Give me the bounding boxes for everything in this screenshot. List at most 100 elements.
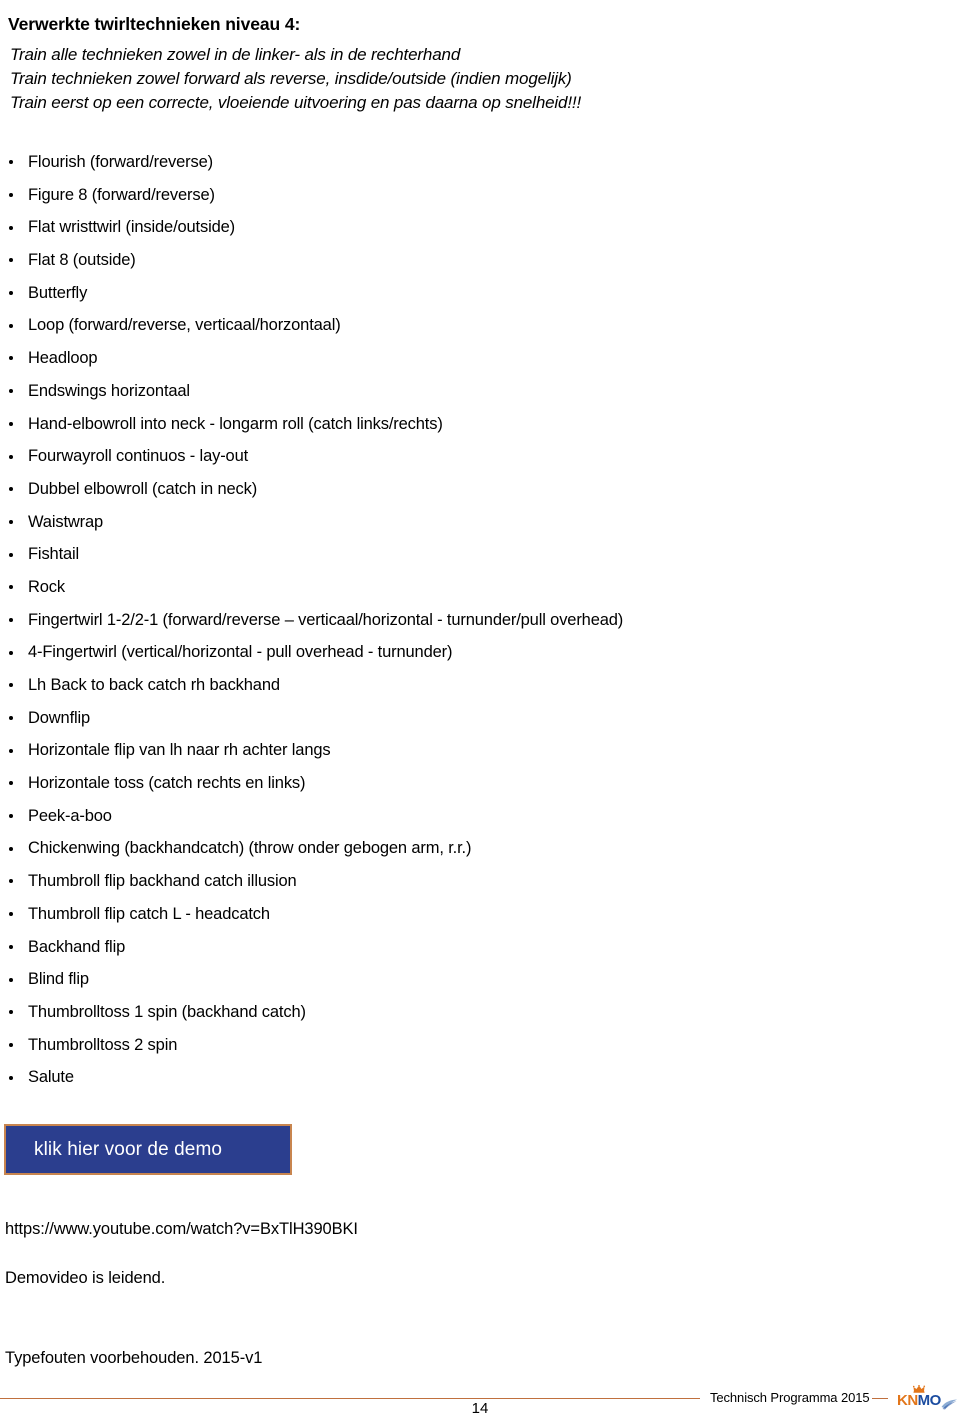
bullet-icon: [9, 781, 13, 786]
bullet-icon: [9, 1042, 13, 1047]
list-item: Peek-a-boo: [0, 800, 940, 833]
bullet-icon: [9, 421, 13, 426]
list-item: Backhand flip: [0, 931, 940, 964]
video-url-link[interactable]: https://www.youtube.com/watch?v=BxTlH390…: [5, 1220, 358, 1239]
list-item: Headloop: [0, 342, 940, 375]
bullet-icon: [9, 225, 13, 230]
list-item: Fourwayroll continuos - lay-out: [0, 440, 940, 473]
bullet-icon: [9, 356, 13, 361]
list-item-label: Fingertwirl 1-2/2-1 (forward/reverse – v…: [28, 610, 624, 629]
list-item-label: Horizontale flip van lh naar rh achter l…: [28, 741, 331, 760]
bullet-icon: [9, 912, 13, 917]
list-item: Fingertwirl 1-2/2-1 (forward/reverse – v…: [0, 604, 940, 637]
list-item: Loop (forward/reverse, verticaal/horzont…: [0, 309, 940, 342]
list-item: Flat 8 (outside): [0, 244, 940, 277]
bullet-icon: [9, 716, 13, 721]
list-item: Blind flip: [0, 963, 940, 996]
list-item-label: 4-Fingertwirl (vertical/horizontal - pul…: [28, 643, 453, 662]
bullet-icon: [9, 323, 13, 328]
list-item: Endswings horizontaal: [0, 375, 940, 408]
techniques-list: Flourish (forward/reverse) Figure 8 (for…: [0, 146, 940, 1094]
bullet-icon: [9, 291, 13, 296]
intro-line-1: Train alle technieken zowel in de linker…: [10, 45, 461, 64]
list-item-label: Lh Back to back catch rh backhand: [28, 676, 280, 694]
bullet-icon: [9, 389, 13, 394]
bullet-icon: [9, 585, 13, 590]
list-item: Horizontale toss (catch rechts en links): [0, 767, 940, 800]
list-item: Butterfly: [0, 277, 940, 310]
list-item-label: Flat 8 (outside): [28, 251, 136, 270]
typos-note: Typefouten voorbehouden. 2015-v1: [5, 1349, 263, 1367]
bullet-icon: [9, 160, 13, 165]
list-item-label: Rock: [28, 577, 65, 596]
list-item: 4-Fingertwirl (vertical/horizontal - pul…: [0, 636, 940, 669]
list-item: Thumbroll flip backhand catch illusion: [0, 865, 940, 898]
list-item-label: Downflip: [28, 708, 91, 727]
list-item: Waistwrap: [0, 506, 940, 539]
list-item-label: Backhand flip: [28, 937, 126, 956]
list-item: Downflip: [0, 702, 940, 735]
list-item-label: Salute: [28, 1068, 74, 1087]
bullet-icon: [9, 748, 13, 753]
page-title: Verwerkte twirltechnieken niveau 4:: [8, 13, 301, 34]
bullet-icon: [9, 944, 13, 949]
demo-link-button[interactable]: klik hier voor de demo: [4, 1124, 292, 1175]
bullet-icon: [9, 552, 13, 557]
intro-line-3: Train eerst op een correcte, vloeiende u…: [10, 93, 582, 112]
footer-dash-divider: [872, 1398, 888, 1399]
list-item: Dubbel elbowroll (catch in neck): [0, 473, 940, 506]
list-item: Flat wristtwirl (inside/outside): [0, 211, 940, 244]
list-item-label: Headloop: [28, 349, 98, 368]
intro-line-2: Train technieken zowel forward als rever…: [10, 69, 572, 88]
bullet-icon: [9, 650, 13, 655]
list-item: Chickenwing (backhandcatch) (throw onder…: [0, 832, 940, 865]
bullet-icon: [9, 814, 13, 819]
list-item: Thumbroll flip catch L - headcatch: [0, 898, 940, 931]
list-item: Salute: [0, 1061, 940, 1094]
list-item: Rock: [0, 571, 940, 604]
list-item-label: Hand-elbowroll into neck - longarm roll …: [28, 414, 443, 433]
bullet-icon: [9, 1075, 13, 1080]
list-item-label: Horizontale toss (catch rechts en links): [28, 774, 306, 793]
list-item: Horizontale flip van lh naar rh achter l…: [0, 734, 940, 767]
list-item: Fishtail: [0, 538, 940, 571]
bullet-icon: [9, 617, 13, 622]
list-item-label: Thumbroll flip catch L - headcatch: [28, 904, 270, 923]
list-item-label: Loop (forward/reverse, verticaal/horzont…: [28, 316, 341, 335]
list-item-label: Blind flip: [28, 970, 89, 989]
bullet-icon: [9, 193, 13, 198]
bullet-icon: [9, 1010, 13, 1015]
list-item: Figure 8 (forward/reverse): [0, 179, 940, 212]
bullet-icon: [9, 879, 13, 884]
list-item: Thumbrolltoss 2 spin: [0, 1029, 940, 1062]
bullet-icon: [9, 487, 13, 492]
list-item-label: Endswings horizontaal: [28, 381, 190, 400]
list-item-label: Thumbroll flip backhand catch illusion: [28, 872, 297, 891]
list-item-label: Dubbel elbowroll (catch in neck): [28, 479, 258, 498]
list-item-label: Figure 8 (forward/reverse): [28, 185, 215, 204]
footer-divider: [0, 1398, 700, 1399]
list-item: Flourish (forward/reverse): [0, 146, 940, 179]
page-number: 14: [471, 1400, 489, 1417]
list-item-label: Waistwrap: [28, 512, 104, 531]
list-item: Lh Back to back catch rh backhand: [0, 669, 940, 702]
bullet-icon: [9, 846, 13, 851]
document-page: Verwerkte twirltechnieken niveau 4: Trai…: [0, 0, 960, 1421]
intro-paragraph: Train alle technieken zowel in de linker…: [10, 43, 581, 115]
bullet-icon: [9, 258, 13, 263]
bullet-icon: [9, 519, 13, 524]
bullet-icon: [9, 977, 13, 982]
list-item-label: Fishtail: [28, 545, 80, 564]
list-item-label: Butterfly: [28, 283, 88, 302]
list-item-label: Thumbrolltoss 2 spin: [28, 1035, 178, 1054]
bullet-icon: [9, 454, 13, 459]
bullet-icon: [9, 683, 13, 688]
demo-note: Demovideo is leidend.: [5, 1269, 166, 1287]
list-item-label: Peek-a-boo: [28, 806, 112, 825]
list-item: Hand-elbowroll into neck - longarm roll …: [0, 408, 940, 441]
list-item-label: Thumbrolltoss 1 spin (backhand catch): [28, 1002, 306, 1021]
list-item-label: Flourish (forward/reverse): [28, 153, 213, 171]
list-item-label: Chickenwing (backhandcatch) (throw onder…: [28, 839, 472, 858]
list-item: Thumbrolltoss 1 spin (backhand catch): [0, 996, 940, 1029]
list-item-label: Flat wristtwirl (inside/outside): [28, 218, 236, 237]
